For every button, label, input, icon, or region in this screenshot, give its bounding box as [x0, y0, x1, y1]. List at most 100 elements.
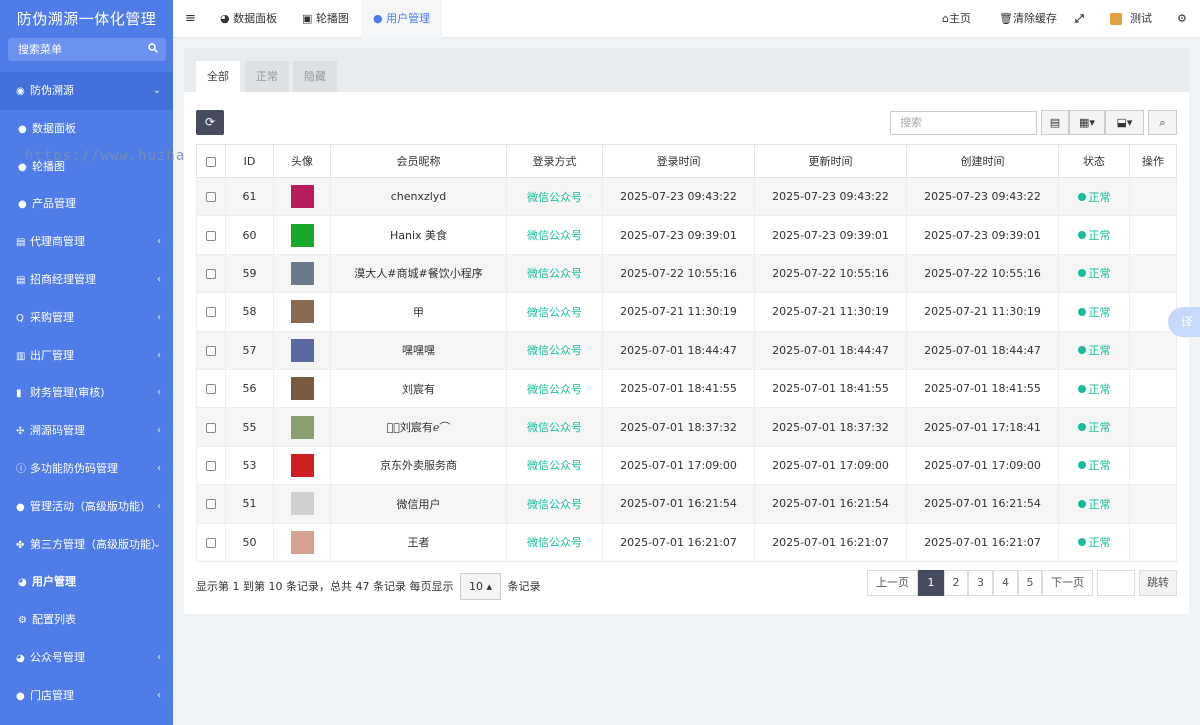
page-5-button[interactable]: 5: [1018, 570, 1042, 596]
table-row[interactable]: 61 chenxzlyd 微信公众号 2025-07-23 09:43:22 2025-…: [196, 176, 1177, 217]
page-size-select[interactable]: 10 ▴: [459, 573, 501, 600]
table-row[interactable]: 50 王者 微信公众号 2025-07-01 16:21:07 2025-07-01 1…: [196, 522, 1177, 562]
sidebar-item[interactable]: ⓘ 多功能防伪码管理 ‹: [0, 450, 173, 488]
tab-normal[interactable]: 正常: [245, 61, 289, 92]
menu-search-input[interactable]: 搜索菜单: [8, 38, 166, 61]
page-3-button[interactable]: 3: [968, 570, 993, 596]
cell-nickname: 王者: [330, 522, 507, 562]
row-checkbox[interactable]: [196, 522, 226, 562]
status-badge: 正常: [1088, 305, 1111, 319]
table-row[interactable]: 59 漠大人#商城#餐饮小程序 微信公众号 2025-07-22 10:55:16 20…: [196, 253, 1177, 294]
page-2-button[interactable]: 2: [944, 570, 968, 596]
sidebar-item[interactable]: Q 采购管理 ‹: [0, 299, 173, 337]
search-icon[interactable]: [148, 38, 158, 61]
cell-avatar: [273, 522, 331, 562]
sidebar-item[interactable]: ◕ 用户管理: [0, 563, 173, 601]
tab-user-management[interactable]: ● 用户管理: [361, 0, 443, 38]
clear-cache-button[interactable]: 🗑清除缓存: [999, 0, 1057, 38]
status-badge: 正常: [1088, 536, 1111, 550]
settings-gear-icon[interactable]: ⚙: [1177, 0, 1187, 38]
jump-page-input[interactable]: [1097, 570, 1135, 596]
status-dot-icon: [1077, 346, 1086, 355]
row-checkbox[interactable]: [196, 330, 226, 370]
cell-login-time: 2025-07-01 17:09:00: [602, 445, 755, 486]
cell-status: 正常: [1058, 484, 1130, 524]
pagination-info-text: 显示第 1 到第 10 条记录，总共 47 条记录 每页显示: [196, 580, 454, 593]
trash-icon: 🗑: [999, 12, 1013, 25]
avatar: [290, 185, 314, 209]
row-checkbox[interactable]: [196, 215, 226, 255]
cell-login-method: 微信公众号: [506, 176, 603, 217]
toggle-view-button[interactable]: ▤: [1041, 110, 1069, 135]
sidebar-item[interactable]: ▮ 财务管理(审核) ‹: [0, 374, 173, 412]
fullscreen-icon[interactable]: ⤢: [1075, 0, 1084, 38]
row-checkbox[interactable]: [196, 176, 226, 217]
row-checkbox[interactable]: [196, 368, 226, 409]
next-page-button[interactable]: 下一页: [1042, 570, 1093, 596]
refresh-button[interactable]: ⟳: [196, 110, 224, 135]
table-row[interactable]: 60 Hanix 美食 微信公众号 2025-07-23 09:39:01 2025-0…: [196, 215, 1177, 255]
sidebar-item[interactable]: ● 数据面板: [0, 110, 173, 148]
cell-login-method: 微信公众号: [506, 292, 603, 332]
menu-toggle-icon[interactable]: ≡: [185, 0, 196, 38]
cell-login-time: 2025-07-01 16:21:54: [602, 484, 755, 524]
sidebar-item[interactable]: ● 产品管理: [0, 185, 173, 223]
col-id[interactable]: ID: [225, 144, 274, 178]
info-icon: ⓘ: [16, 463, 26, 475]
tab-carousel[interactable]: ▣ 轮播图: [302, 0, 349, 38]
row-checkbox[interactable]: [196, 292, 226, 332]
page-1-button[interactable]: 1: [918, 570, 944, 596]
sidebar-item[interactable]: ✣ 溯源码管理 ‹: [0, 412, 173, 450]
user-table: ID 头像 会员昵称 登录方式 登录时间 更新时间 创建时间 状态 操作 61 c…: [196, 144, 1177, 562]
cell-login-time: 2025-07-01 18:44:47: [602, 330, 755, 370]
chevron-left-icon: ‹: [157, 500, 161, 512]
avatar: [290, 492, 314, 516]
sidebar-item[interactable]: ● 门店管理 ‹: [0, 677, 173, 715]
export-button[interactable]: ⬓▾: [1105, 110, 1144, 135]
select-all-checkbox[interactable]: [196, 144, 226, 178]
sidebar-item[interactable]: ● 管理活动（高级版功能） ‹: [0, 488, 173, 526]
sidebar-item[interactable]: ▥ 出厂管理 ‹: [0, 337, 173, 375]
sidebar-item[interactable]: ⚙ 配置列表: [0, 601, 173, 639]
jump-button[interactable]: 跳转: [1139, 570, 1177, 596]
tab-all[interactable]: 全部: [196, 61, 240, 92]
row-checkbox[interactable]: [196, 407, 226, 447]
columns-button[interactable]: ▦▾: [1069, 110, 1105, 135]
tab-dashboard[interactable]: ◕ 数据面板: [220, 0, 277, 38]
col-actions: 操作: [1129, 144, 1177, 178]
advanced-search-button[interactable]: ⌕: [1148, 110, 1177, 135]
status-dot-icon: [1077, 192, 1086, 201]
row-checkbox[interactable]: [196, 253, 226, 294]
table-row[interactable]: 56 刘宸有 微信公众号 2025-07-01 18:41:55 2025-07-01 …: [196, 368, 1177, 409]
table-row[interactable]: 53 京东外卖服务商 微信公众号 2025-07-01 17:09:00 2025-07…: [196, 445, 1177, 486]
sidebar-item-label: 轮播图: [32, 159, 65, 173]
sidebar-item-label: 公众号管理: [30, 650, 85, 664]
sidebar-item[interactable]: ◕ 公众号管理 ‹: [0, 639, 173, 677]
sidebar-item[interactable]: ✤ 第三方管理（高级版功能） ⌄: [0, 526, 173, 564]
cell-id: 59: [225, 253, 274, 294]
row-checkbox[interactable]: [196, 484, 226, 524]
translate-button[interactable]: 译: [1168, 307, 1200, 337]
tab-hidden[interactable]: 隐藏: [293, 61, 337, 92]
sidebar-item[interactable]: ▤ 代理商管理 ‹: [0, 223, 173, 261]
cell-login-time: 2025-07-01 18:41:55: [602, 368, 755, 409]
tab-label: 用户管理: [386, 12, 431, 25]
sidebar-item[interactable]: ◉ 防伪溯源 ⌄: [0, 72, 173, 110]
table-row[interactable]: 57 嘿嘿嘿 微信公众号 2025-07-01 18:44:47 2025-07-01 …: [196, 330, 1177, 370]
row-checkbox[interactable]: [196, 445, 226, 486]
sidebar-item[interactable]: ● 轮播图: [0, 148, 173, 186]
table-search-input[interactable]: 搜索: [890, 111, 1037, 135]
page-4-button[interactable]: 4: [993, 570, 1018, 596]
prev-page-button[interactable]: 上一页: [867, 570, 918, 596]
user-menu[interactable]: 测试: [1110, 0, 1152, 38]
sidebar-item[interactable]: ▤ 招商经理管理 ‹: [0, 261, 173, 299]
table-row[interactable]: 55 🖎ꪳ刘宸有ℯ⌒ 微信公众号 2025-07-01 18:37:32 2025-07…: [196, 407, 1177, 447]
table-row[interactable]: 51 微信用户 微信公众号 2025-07-01 16:21:54 2025-07-01…: [196, 484, 1177, 524]
cell-nickname: 嘿嘿嘿: [330, 330, 507, 370]
table-row[interactable]: 58 甲微信公众号 2025-07-21 11:30:19 2025-07-21 11…: [196, 292, 1177, 332]
home-link[interactable]: ⌂主页: [942, 0, 971, 38]
cell-id: 60: [225, 215, 274, 255]
table-body: 61 chenxzlyd 微信公众号 2025-07-23 09:43:22 2025-…: [196, 176, 1177, 562]
cell-create-time: 2025-07-01 18:44:47: [906, 330, 1059, 370]
chevron-left-icon: ‹: [157, 689, 161, 701]
